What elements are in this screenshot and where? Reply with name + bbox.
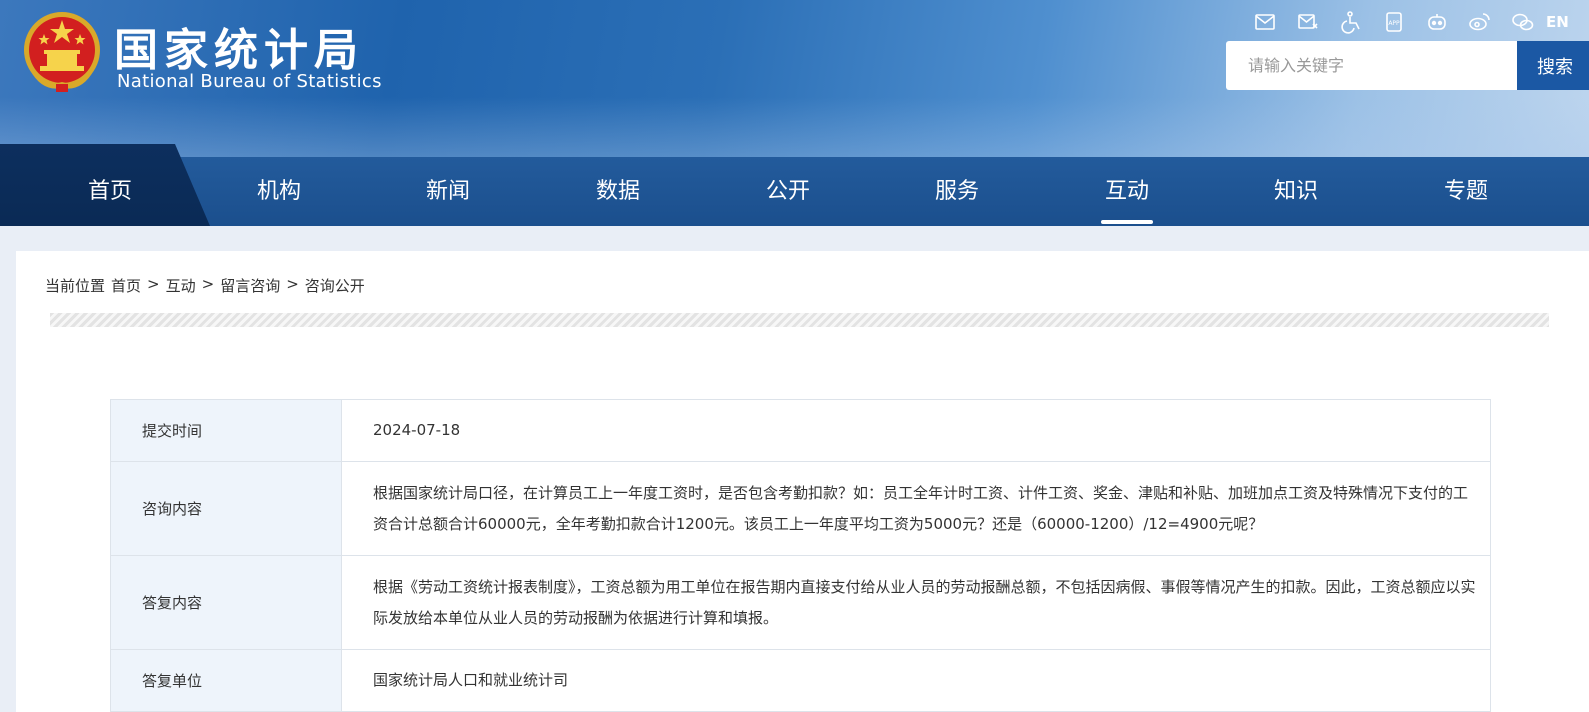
reply-unit-value: 国家统计局人口和就业统计司 <box>341 649 1491 712</box>
nav-item-knowledge[interactable]: 知识 <box>1236 157 1356 226</box>
breadcrumb-separator: > <box>201 275 215 293</box>
question-label: 咨询内容 <box>110 461 342 556</box>
breadcrumb-prefix: 当前位置 <box>45 277 106 295</box>
breadcrumb-separator: > <box>147 275 160 293</box>
nav-item-open[interactable]: 公开 <box>728 157 848 226</box>
submit-time-value: 2024-07-18 <box>341 399 1491 462</box>
answer-label: 答复内容 <box>110 555 342 650</box>
nav-item-data[interactable]: 数据 <box>558 157 678 226</box>
nav-item-agency[interactable]: 机构 <box>219 157 339 226</box>
hatched-divider <box>50 313 1549 327</box>
site-header: 国家统计局 National Bureau of Statistics APP … <box>0 0 1589 157</box>
breadcrumb-home[interactable]: 首页 <box>111 275 141 296</box>
site-title-en[interactable]: National Bureau of Statistics <box>117 71 382 92</box>
breadcrumb-message[interactable]: 留言咨询 <box>220 275 280 296</box>
table-row: 答复单位 国家统计局人口和就业统计司 <box>110 649 1491 712</box>
table-row: 答复内容 根据《劳动工资统计报表制度》，工资总额为用工单位在报告期内直接支付给从… <box>110 555 1491 650</box>
svg-text:APP: APP <box>1388 20 1400 27</box>
english-link[interactable]: EN <box>1546 9 1569 35</box>
nav-item-service[interactable]: 服务 <box>897 157 1017 226</box>
nav-active-indicator <box>1101 220 1153 224</box>
site-title-cn[interactable]: 国家统计局 <box>114 14 364 78</box>
submit-time-label: 提交时间 <box>110 399 342 462</box>
weibo-icon[interactable] <box>1458 9 1501 35</box>
mail-send-icon[interactable] <box>1286 9 1329 35</box>
table-row: 咨询内容 根据国家统计局口径，在计算员工上一年度工资时，是否包含考勤扣款？如：员… <box>110 461 1491 556</box>
breadcrumb-current[interactable]: 咨询公开 <box>305 275 365 296</box>
breadcrumb: 当前位置 首页 > 互动 > 留言咨询 > 咨询公开 <box>45 275 365 296</box>
nav-item-news[interactable]: 新闻 <box>388 157 508 226</box>
app-icon[interactable]: APP <box>1372 9 1415 35</box>
nav-item-home[interactable]: 首页 <box>50 157 170 226</box>
search-button[interactable]: 搜索 <box>1517 41 1589 90</box>
reply-unit-label: 答复单位 <box>110 649 342 712</box>
robot-icon[interactable] <box>1415 9 1458 35</box>
answer-value: 根据《劳动工资统计报表制度》，工资总额为用工单位在报告期内直接支付给从业人员的劳… <box>341 555 1491 650</box>
top-toolbar: APP EN <box>1243 9 1569 35</box>
question-value: 根据国家统计局口径，在计算员工上一年度工资时，是否包含考勤扣款？如：员工全年计时… <box>341 461 1491 556</box>
accessibility-icon[interactable] <box>1329 9 1372 35</box>
mail-icon[interactable] <box>1243 9 1286 35</box>
nav-item-topics[interactable]: 专题 <box>1406 157 1526 226</box>
breadcrumb-interact[interactable]: 互动 <box>166 275 196 296</box>
search-input[interactable] <box>1226 41 1518 90</box>
breadcrumb-separator: > <box>286 275 299 293</box>
national-emblem-icon[interactable] <box>22 10 102 94</box>
nav-item-interact[interactable]: 互动 <box>1067 157 1187 226</box>
main-nav: 首页 机构 新闻 数据 公开 服务 互动 知识 专题 <box>0 144 1589 226</box>
wechat-icon[interactable] <box>1501 9 1544 35</box>
table-row: 提交时间 2024-07-18 <box>110 399 1491 462</box>
consultation-table: 提交时间 2024-07-18 咨询内容 根据国家统计局口径，在计算员工上一年度… <box>110 399 1491 712</box>
